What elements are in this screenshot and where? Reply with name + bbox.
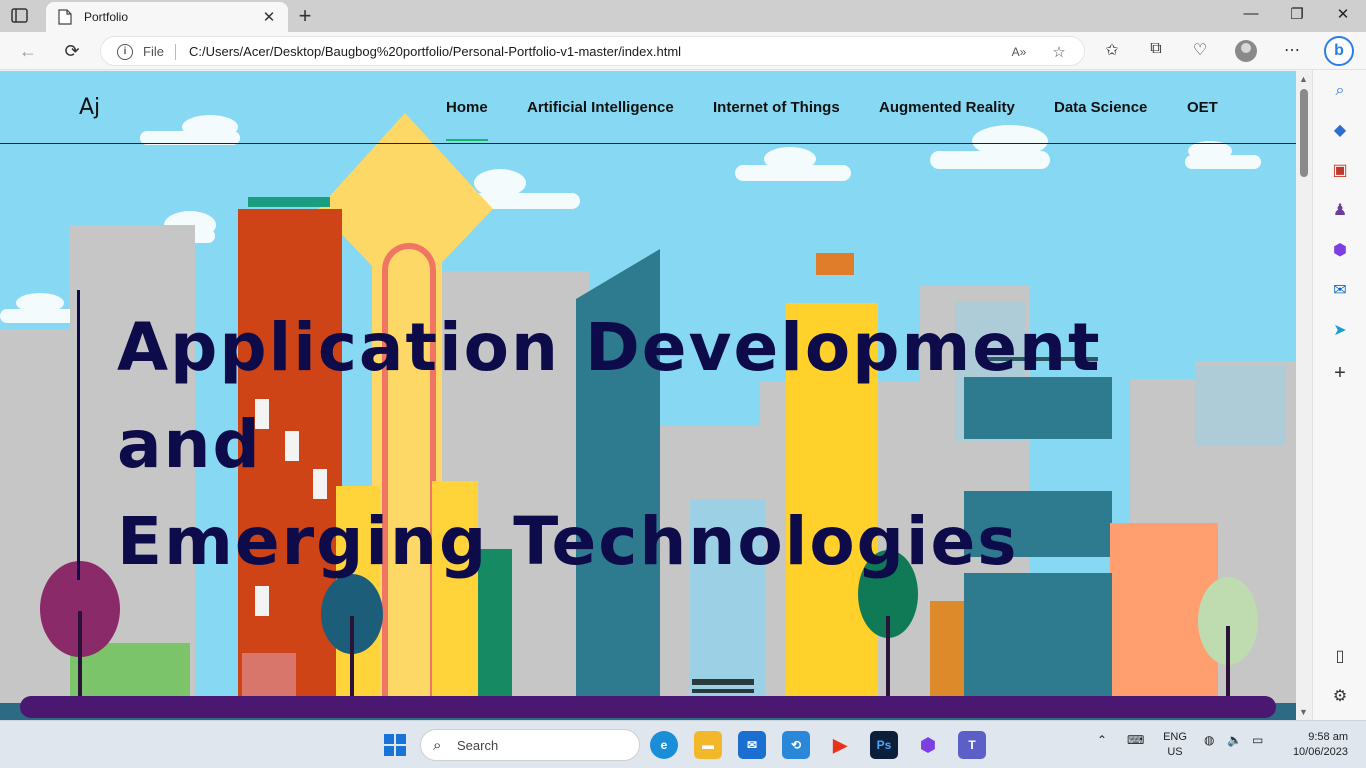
active-nav-indicator (446, 139, 488, 141)
maximize-button[interactable]: ❐ (1282, 5, 1312, 23)
region-code: US (1167, 746, 1183, 758)
site-header: Aj Home Artificial Intelligence Internet… (0, 71, 1296, 144)
tab-actions-icon[interactable] (10, 7, 30, 25)
divider (175, 44, 176, 60)
search-icon: ⌕ (433, 737, 442, 754)
games-icon[interactable]: ♟ (1329, 200, 1351, 222)
windows-taskbar: ⌕ Search e ▬ ✉ ⟲ ▶ Ps ⬢ T ⌃ ⌨ ENG US ◍ 🔈… (0, 720, 1366, 768)
nav-home[interactable]: Home (446, 99, 488, 116)
profile-avatar[interactable] (1235, 40, 1257, 62)
favorite-star-icon[interactable]: ☆ (1049, 43, 1069, 61)
battery-icon[interactable]: ▭ (1252, 733, 1263, 747)
network-globe-icon[interactable]: ◍ (1204, 733, 1214, 747)
page-icon (58, 9, 72, 25)
keyboard-icon[interactable]: ⌨ (1127, 733, 1144, 747)
tab-close-icon[interactable]: ✕ (260, 8, 278, 26)
nav-internet-of-things[interactable]: Internet of Things (713, 99, 840, 116)
close-window-button[interactable]: ✕ (1328, 5, 1358, 23)
sidebar-toggle-icon[interactable]: ▯ (1329, 646, 1351, 668)
microsoft-365-icon[interactable]: ⬢ (1329, 240, 1351, 262)
tools-icon[interactable]: ▣ (1329, 160, 1351, 182)
system-clock[interactable]: 9:58 am 10/06/2023 (1280, 730, 1348, 760)
search-icon[interactable]: ⌕ (1329, 80, 1351, 102)
mail-icon[interactable]: ✉ (738, 731, 766, 759)
back-arrow-icon[interactable]: ← (16, 39, 40, 63)
language-code: ENG (1163, 731, 1187, 743)
url-text[interactable]: C:/Users/Acer/Desktop/Baugbog%20portfoli… (189, 44, 681, 59)
info-icon[interactable]: i (117, 44, 133, 60)
read-aloud-icon[interactable]: A» (1009, 45, 1029, 59)
shopping-tag-icon[interactable]: ◆ (1329, 120, 1351, 142)
tab-title: Portfolio (84, 10, 129, 24)
nav-data-science[interactable]: Data Science (1054, 99, 1147, 116)
hero-accent-line (77, 290, 80, 580)
volume-muted-icon[interactable]: 🔈 (1227, 733, 1242, 747)
edge-app-icon[interactable]: e (650, 731, 678, 759)
media-player-icon[interactable]: ▶ (826, 731, 854, 759)
refresh-icon[interactable]: ⟳ (60, 39, 84, 63)
language-indicator[interactable]: ENG US (1162, 730, 1188, 760)
scrollbar-thumb[interactable] (1300, 89, 1308, 177)
clock-time: 9:58 am (1308, 731, 1348, 743)
collections-icon[interactable]: ⧉ (1145, 40, 1167, 58)
favorites-icon[interactable]: ✩ (1101, 40, 1123, 60)
settings-gear-icon[interactable]: ⚙ (1329, 686, 1351, 708)
microsoft-365-app-icon[interactable]: ⬢ (914, 731, 942, 759)
file-explorer-icon[interactable]: ▬ (694, 731, 722, 759)
scheme-label: File (143, 44, 164, 59)
add-sidebar-app-icon[interactable]: + (1329, 362, 1351, 384)
send-icon[interactable]: ➤ (1329, 320, 1351, 342)
taskbar-search[interactable]: ⌕ Search (420, 729, 640, 761)
more-options-icon[interactable]: ⋯ (1281, 40, 1303, 60)
hero-line-3: Emerging Technologies (117, 503, 1019, 580)
browser-essentials-icon[interactable]: ♡ (1189, 40, 1211, 60)
teams-icon[interactable]: T (958, 731, 986, 759)
address-bar[interactable]: i File C:/Users/Acer/Desktop/Baugbog%20p… (100, 36, 1085, 66)
nav-artificial-intelligence[interactable]: Artificial Intelligence (527, 99, 674, 116)
nav-oet[interactable]: OET (1187, 99, 1218, 116)
page-viewport: Aj Home Artificial Intelligence Internet… (0, 71, 1296, 720)
edge-sidebar: ⌕ ◆ ▣ ♟ ⬢ ✉ ➤ + ▯ ⚙ (1312, 70, 1366, 720)
scroll-up-arrow-icon[interactable]: ▲ (1299, 74, 1308, 84)
minimize-button[interactable]: — (1236, 5, 1266, 22)
site-logo[interactable]: Aj (79, 95, 100, 120)
new-tab-button[interactable]: + (293, 3, 317, 29)
browser-tab-portfolio[interactable]: Portfolio ✕ (46, 2, 288, 32)
hero-heading: Application Development and Emerging Tec… (117, 299, 1102, 590)
sync-app-icon[interactable]: ⟲ (782, 731, 810, 759)
page-scrollbar[interactable]: ▲ ▼ (1296, 71, 1312, 720)
scroll-down-arrow-icon[interactable]: ▼ (1299, 707, 1308, 717)
hero-line-2: and (117, 406, 262, 483)
windows-start-icon[interactable] (384, 734, 406, 756)
show-hidden-icons-chevron-icon[interactable]: ⌃ (1097, 733, 1107, 747)
browser-tab-bar: Portfolio ✕ + — ❐ ✕ (0, 0, 1366, 32)
address-toolbar: ← ⟳ i File C:/Users/Acer/Desktop/Baugbog… (0, 32, 1366, 70)
bing-copilot-icon[interactable]: b (1324, 36, 1354, 66)
clock-date: 10/06/2023 (1292, 746, 1348, 758)
nav-augmented-reality[interactable]: Augmented Reality (879, 99, 1015, 116)
hero-line-1: Application Development (117, 309, 1102, 386)
outlook-icon[interactable]: ✉ (1329, 280, 1351, 302)
photoshop-icon[interactable]: Ps (870, 731, 898, 759)
search-placeholder: Search (457, 738, 499, 753)
